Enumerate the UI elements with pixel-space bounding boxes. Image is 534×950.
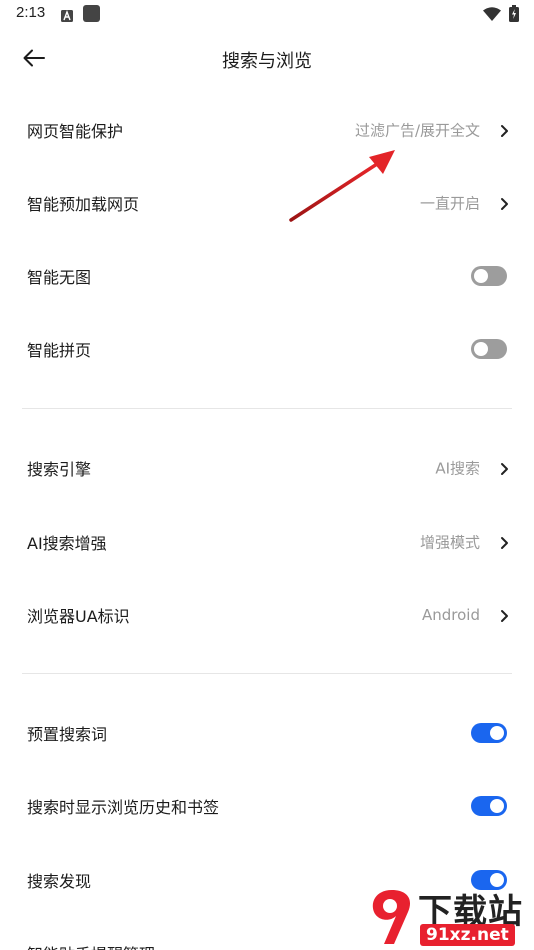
setting-value: 一直开启: [419, 194, 480, 213]
page-join-toggle[interactable]: [471, 339, 507, 359]
setting-ua[interactable]: 浏览器UA标识 Android: [0, 587, 534, 643]
setting-value: 增强模式: [419, 533, 480, 552]
chevron-right-icon: [498, 196, 510, 210]
setting-label: AI搜索增强: [27, 534, 107, 553]
toggle-knob: [490, 799, 504, 813]
notification-square-icon: [83, 5, 100, 26]
setting-label: 搜索引擎: [27, 460, 92, 479]
setting-no-image: 智能无图: [0, 248, 534, 304]
status-bar: 2:13: [0, 0, 534, 30]
battery-icon: [509, 5, 519, 26]
watermark-91-icon: [372, 890, 411, 944]
show-history-toggle[interactable]: [471, 796, 507, 816]
chevron-right-icon: [498, 535, 510, 549]
setting-label: 预置搜索词: [27, 725, 108, 744]
setting-ai-enhance[interactable]: AI搜索增强 增强模式: [0, 514, 534, 570]
chevron-right-icon: [498, 123, 510, 137]
no-image-toggle[interactable]: [471, 266, 507, 286]
setting-value: Android: [422, 606, 480, 624]
section-divider: [22, 408, 512, 409]
setting-label: 浏览器UA标识: [27, 607, 130, 626]
toggle-knob: [474, 269, 488, 283]
chevron-right-icon: [498, 608, 510, 622]
preset-words-toggle[interactable]: [471, 723, 507, 743]
watermark-logo: 下载站 91xz.net: [364, 884, 534, 950]
keyboard-a-icon: [61, 7, 73, 26]
setting-page-join: 智能拼页: [0, 321, 534, 377]
setting-search-engine[interactable]: 搜索引擎 AI搜索: [0, 440, 534, 496]
setting-label: 搜索时显示浏览历史和书签: [27, 798, 220, 817]
setting-show-history: 搜索时显示浏览历史和书签: [0, 778, 534, 834]
setting-label: 网页智能保护: [27, 122, 124, 141]
toggle-knob: [474, 342, 488, 356]
setting-value: 过滤广告/展开全文: [354, 121, 480, 140]
status-time: 2:13: [16, 4, 46, 21]
setting-preload[interactable]: 智能预加载网页 一直开启: [0, 175, 534, 231]
page-title: 搜索与浏览: [222, 51, 312, 72]
section-divider: [22, 673, 512, 674]
app-bar: 搜索与浏览: [0, 30, 534, 90]
setting-preset-words: 预置搜索词: [0, 705, 534, 761]
setting-value: AI搜索: [435, 459, 480, 478]
wifi-icon: [483, 6, 501, 25]
chevron-right-icon: [498, 461, 510, 475]
setting-label: 智能预加载网页: [27, 195, 140, 214]
setting-label: 智能无图: [27, 268, 92, 287]
setting-label: 智能贴手提醒管理: [27, 941, 155, 950]
watermark-url: 91xz.net: [420, 924, 515, 946]
toggle-knob: [490, 726, 504, 740]
setting-label: 搜索发现: [27, 872, 92, 891]
setting-label: 智能拼页: [27, 341, 92, 360]
setting-web-protection[interactable]: 网页智能保护 过滤广告/展开全文: [0, 102, 534, 158]
